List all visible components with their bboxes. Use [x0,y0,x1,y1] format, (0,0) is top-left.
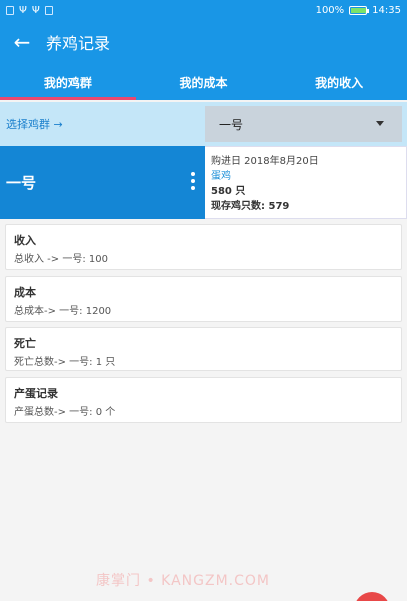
usb-icon: Ψ [31,4,40,16]
app-bar: ← 养鸡记录 [0,20,407,64]
flock-type: 蛋鸡 [211,171,231,182]
income-card[interactable]: 收入 总收入 -> 一号: 100 [5,224,402,270]
back-arrow-icon[interactable]: ← [2,20,42,64]
card-subtitle: 总收入 -> 一号: 100 [14,254,108,265]
tab-my-flock[interactable]: 我的鸡群 [0,64,136,100]
dropdown-arrow-icon [376,121,384,126]
purchase-date: 购进日 2018年8月20日 [211,156,319,167]
card-title: 收入 [14,234,36,247]
notification-icons: Ψ Ψ [6,5,53,16]
current-count: 现存鸡只数: 579 [211,201,290,212]
battery-fill [351,7,367,13]
tab-my-income[interactable]: 我的收入 [271,64,407,100]
clipboard-icon [44,5,53,15]
gallery-icon [6,5,14,15]
flock-dropdown[interactable]: 一号 [205,106,402,142]
flock-name: 一号 [6,174,37,192]
flock-details: 购进日 2018年8月20日 蛋鸡 580 只 现存鸡只数: 579 [205,146,407,219]
tab-bar: 我的鸡群 我的成本 我的收入 [0,64,407,100]
battery-tip [367,8,370,13]
flock-header[interactable]: 一号 [0,146,205,219]
clock: 14:35 [372,4,401,16]
card-title: 产蛋记录 [14,387,58,400]
flock-selector-row: 选择鸡群 → 一号 [0,102,407,146]
card-title: 死亡 [14,337,36,350]
card-subtitle: 总成本-> 一号: 1200 [14,306,112,317]
tab-my-cost[interactable]: 我的成本 [136,64,272,100]
add-fab-button[interactable] [354,592,390,601]
select-flock-label: 选择鸡群 → [6,118,63,131]
more-vert-icon[interactable] [191,172,195,190]
battery-icon [349,5,370,15]
card-subtitle: 死亡总数-> 一号: 1 只 [14,357,116,368]
usb-icon: Ψ [19,4,27,16]
dropdown-selected-value: 一号 [219,117,244,132]
watermark: 康掌门 • KANGZM.COM [96,573,270,589]
egg-record-card[interactable]: 产蛋记录 产蛋总数-> 一号: 0 个 [5,377,402,423]
card-title: 成本 [14,286,36,299]
card-subtitle: 产蛋总数-> 一号: 0 个 [14,407,116,418]
flock-count: 580 只 [211,186,246,197]
status-bar: Ψ Ψ 100% 14:35 [0,0,407,20]
page-title: 养鸡记录 [46,34,111,53]
cost-card[interactable]: 成本 总成本-> 一号: 1200 [5,276,402,322]
battery-percent: 100% [315,4,345,16]
flock-card: 一号 购进日 2018年8月20日 蛋鸡 580 只 现存鸡只数: 579 [0,146,407,219]
death-card[interactable]: 死亡 死亡总数-> 一号: 1 只 [5,327,402,371]
